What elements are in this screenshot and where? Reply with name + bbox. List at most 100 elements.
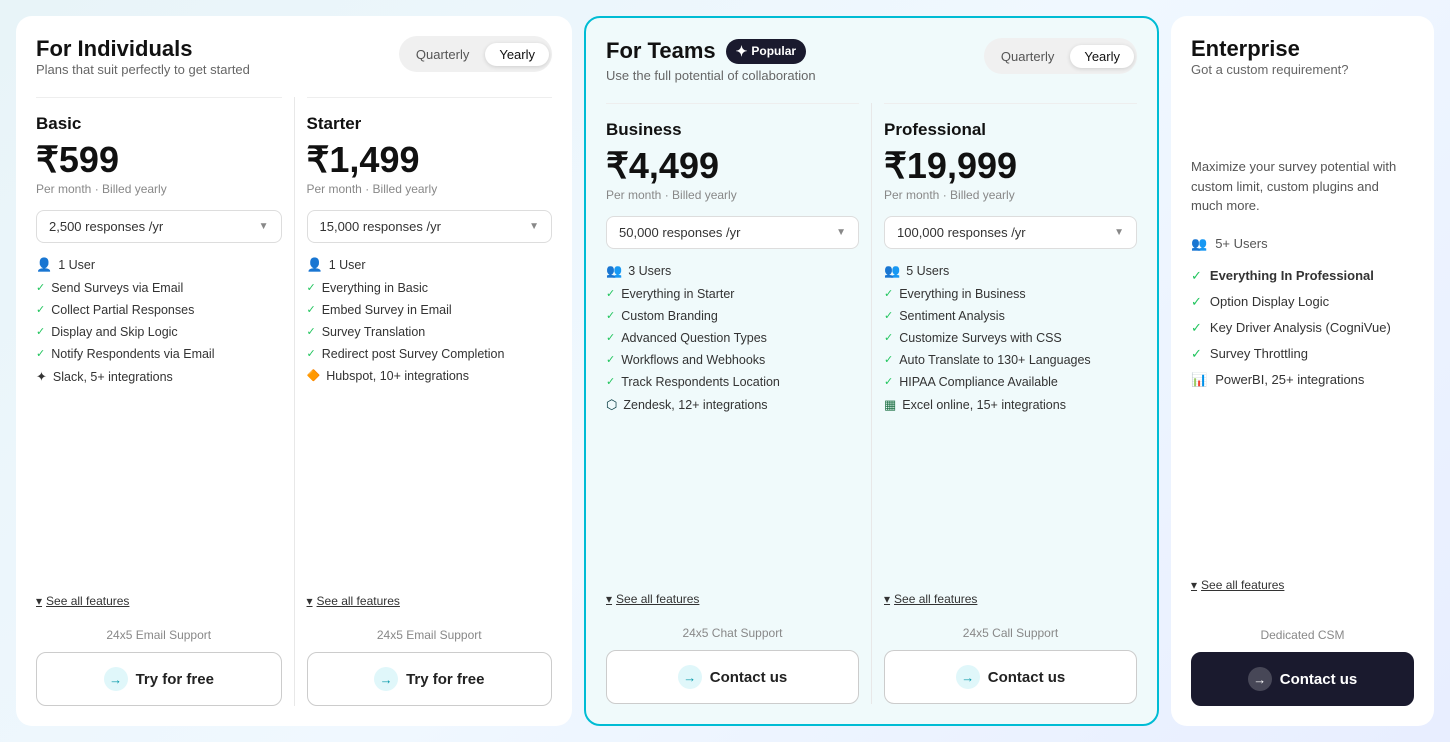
basic-feature-1: ✓ Collect Partial Responses	[36, 303, 282, 317]
individuals-toggle: Quarterly Yearly	[399, 36, 552, 72]
starter-feature-4: 🔶 Hubspot, 10+ integrations	[307, 369, 553, 383]
business-plan-name: Business	[606, 120, 859, 140]
basic-plan-period: Per month · Billed yearly	[36, 182, 282, 196]
professional-feature-0: ✓ Everything in Business	[884, 287, 1137, 301]
enterprise-see-all[interactable]: ▾ See all features	[1191, 578, 1414, 592]
professional-see-all[interactable]: ▾ See all features	[884, 592, 1137, 606]
teams-section: For Teams ✦ Popular Use the full potenti…	[584, 16, 1159, 726]
professional-plan-period: Per month · Billed yearly	[884, 188, 1137, 202]
starter-responses-dropdown[interactable]: 15,000 responses /yr ▼	[307, 210, 553, 243]
basic-dropdown-arrow: ▼	[259, 221, 269, 232]
starter-support: 24x5 Email Support	[307, 608, 553, 642]
enterprise-feature-3: ✓ Survey Throttling	[1191, 346, 1414, 362]
professional-plan: Professional ₹19,999 Per month · Billed …	[872, 103, 1137, 704]
users-icon: 👥	[1191, 236, 1207, 252]
check-icon: ✓	[36, 281, 45, 294]
sparkle-icon: ✦	[736, 43, 748, 60]
arrow-icon: →	[1248, 667, 1272, 691]
user-icon: 👤	[36, 257, 52, 273]
business-plan-price: ₹4,499	[606, 146, 859, 186]
basic-plan: Basic ₹599 Per month · Billed yearly 2,5…	[36, 97, 294, 706]
professional-feature-1: ✓ Sentiment Analysis	[884, 309, 1137, 323]
professional-dropdown-arrow: ▼	[1114, 227, 1124, 238]
basic-responses-dropdown[interactable]: 2,500 responses /yr ▼	[36, 210, 282, 243]
check-icon: ✓	[884, 309, 893, 322]
enterprise-users: 👥 5+ Users	[1191, 236, 1414, 252]
enterprise-title: Enterprise	[1191, 36, 1414, 62]
starter-cta-button[interactable]: → Try for free	[307, 652, 553, 706]
basic-user-count: 👤 1 User	[36, 257, 282, 273]
enterprise-feature-0: ✓ Everything In Professional	[1191, 268, 1414, 284]
check-icon: ✓	[1191, 346, 1202, 362]
basic-see-all[interactable]: ▾ See all features	[36, 594, 282, 608]
teams-title: For Teams	[606, 38, 716, 64]
business-responses-dropdown[interactable]: 50,000 responses /yr ▼	[606, 216, 859, 249]
arrow-icon: →	[678, 665, 702, 689]
starter-user-count: 👤 1 User	[307, 257, 553, 273]
business-feature-4: ✓ Track Respondents Location	[606, 375, 859, 389]
starter-features: 👤 1 User ✓ Everything in Basic ✓ Embed S…	[307, 257, 553, 590]
individuals-quarterly-btn[interactable]: Quarterly	[402, 43, 483, 66]
starter-plan-price: ₹1,499	[307, 140, 553, 180]
starter-plan-period: Per month · Billed yearly	[307, 182, 553, 196]
business-plan-period: Per month · Billed yearly	[606, 188, 859, 202]
business-feature-5: ⬡ Zendesk, 12+ integrations	[606, 397, 859, 413]
teams-quarterly-btn[interactable]: Quarterly	[987, 45, 1068, 68]
professional-cta-button[interactable]: → Contact us	[884, 650, 1137, 704]
starter-feature-2: ✓ Survey Translation	[307, 325, 553, 339]
basic-support: 24x5 Email Support	[36, 608, 282, 642]
starter-responses-label: 15,000 responses /yr	[320, 219, 441, 234]
check-icon: ✓	[884, 287, 893, 300]
professional-feature-4: ✓ HIPAA Compliance Available	[884, 375, 1137, 389]
starter-cta-label: Try for free	[406, 671, 484, 688]
check-icon: ✓	[307, 325, 316, 338]
chevron-down-icon: ▾	[884, 592, 890, 606]
starter-feature-0: ✓ Everything in Basic	[307, 281, 553, 295]
check-icon: ✓	[884, 331, 893, 344]
zendesk-icon: ⬡	[606, 397, 617, 413]
powerbi-icon: 📊	[1191, 372, 1207, 388]
starter-plan-name: Starter	[307, 114, 553, 134]
individuals-subtitle: Plans that suit perfectly to get started	[36, 62, 250, 77]
starter-feature-1: ✓ Embed Survey in Email	[307, 303, 553, 317]
hubspot-icon: 🔶	[307, 369, 321, 382]
check-icon: ✓	[606, 309, 615, 322]
professional-feature-3: ✓ Auto Translate to 130+ Languages	[884, 353, 1137, 367]
professional-feature-2: ✓ Customize Surveys with CSS	[884, 331, 1137, 345]
users-icon: 👥	[884, 263, 900, 279]
teams-yearly-btn[interactable]: Yearly	[1070, 45, 1134, 68]
business-user-count: 👥 3 Users	[606, 263, 859, 279]
business-support: 24x5 Chat Support	[606, 606, 859, 640]
enterprise-feature-1: ✓ Option Display Logic	[1191, 294, 1414, 310]
business-feature-0: ✓ Everything in Starter	[606, 287, 859, 301]
chevron-down-icon: ▾	[36, 594, 42, 608]
basic-cta-label: Try for free	[136, 671, 214, 688]
individuals-section: For Individuals Plans that suit perfectl…	[16, 16, 572, 726]
check-icon: ✓	[307, 347, 316, 360]
popular-badge: ✦ Popular	[726, 39, 806, 64]
professional-plan-price: ₹19,999	[884, 146, 1137, 186]
basic-plan-price: ₹599	[36, 140, 282, 180]
check-icon: ✓	[1191, 320, 1202, 336]
enterprise-subtitle: Got a custom requirement?	[1191, 62, 1414, 77]
basic-responses-label: 2,500 responses /yr	[49, 219, 163, 234]
professional-user-count: 👥 5 Users	[884, 263, 1137, 279]
professional-responses-dropdown[interactable]: 100,000 responses /yr ▼	[884, 216, 1137, 249]
users-icon: 👥	[606, 263, 622, 279]
business-cta-button[interactable]: → Contact us	[606, 650, 859, 704]
basic-features: 👤 1 User ✓ Send Surveys via Email ✓ Coll…	[36, 257, 282, 590]
professional-responses-label: 100,000 responses /yr	[897, 225, 1026, 240]
business-features: 👥 3 Users ✓ Everything in Starter ✓ Cust…	[606, 263, 859, 588]
starter-feature-3: ✓ Redirect post Survey Completion	[307, 347, 553, 361]
basic-cta-button[interactable]: → Try for free	[36, 652, 282, 706]
business-see-all[interactable]: ▾ See all features	[606, 592, 859, 606]
individuals-yearly-btn[interactable]: Yearly	[485, 43, 549, 66]
check-icon: ✓	[606, 375, 615, 388]
enterprise-section: Enterprise Got a custom requirement? Max…	[1171, 16, 1434, 726]
enterprise-cta-button[interactable]: → Contact us	[1191, 652, 1414, 706]
enterprise-cta-label: Contact us	[1280, 671, 1358, 688]
chevron-down-icon: ▾	[1191, 578, 1197, 592]
starter-see-all[interactable]: ▾ See all features	[307, 594, 553, 608]
enterprise-features: ✓ Everything In Professional ✓ Option Di…	[1191, 268, 1414, 575]
excel-icon: ▦	[884, 397, 896, 413]
